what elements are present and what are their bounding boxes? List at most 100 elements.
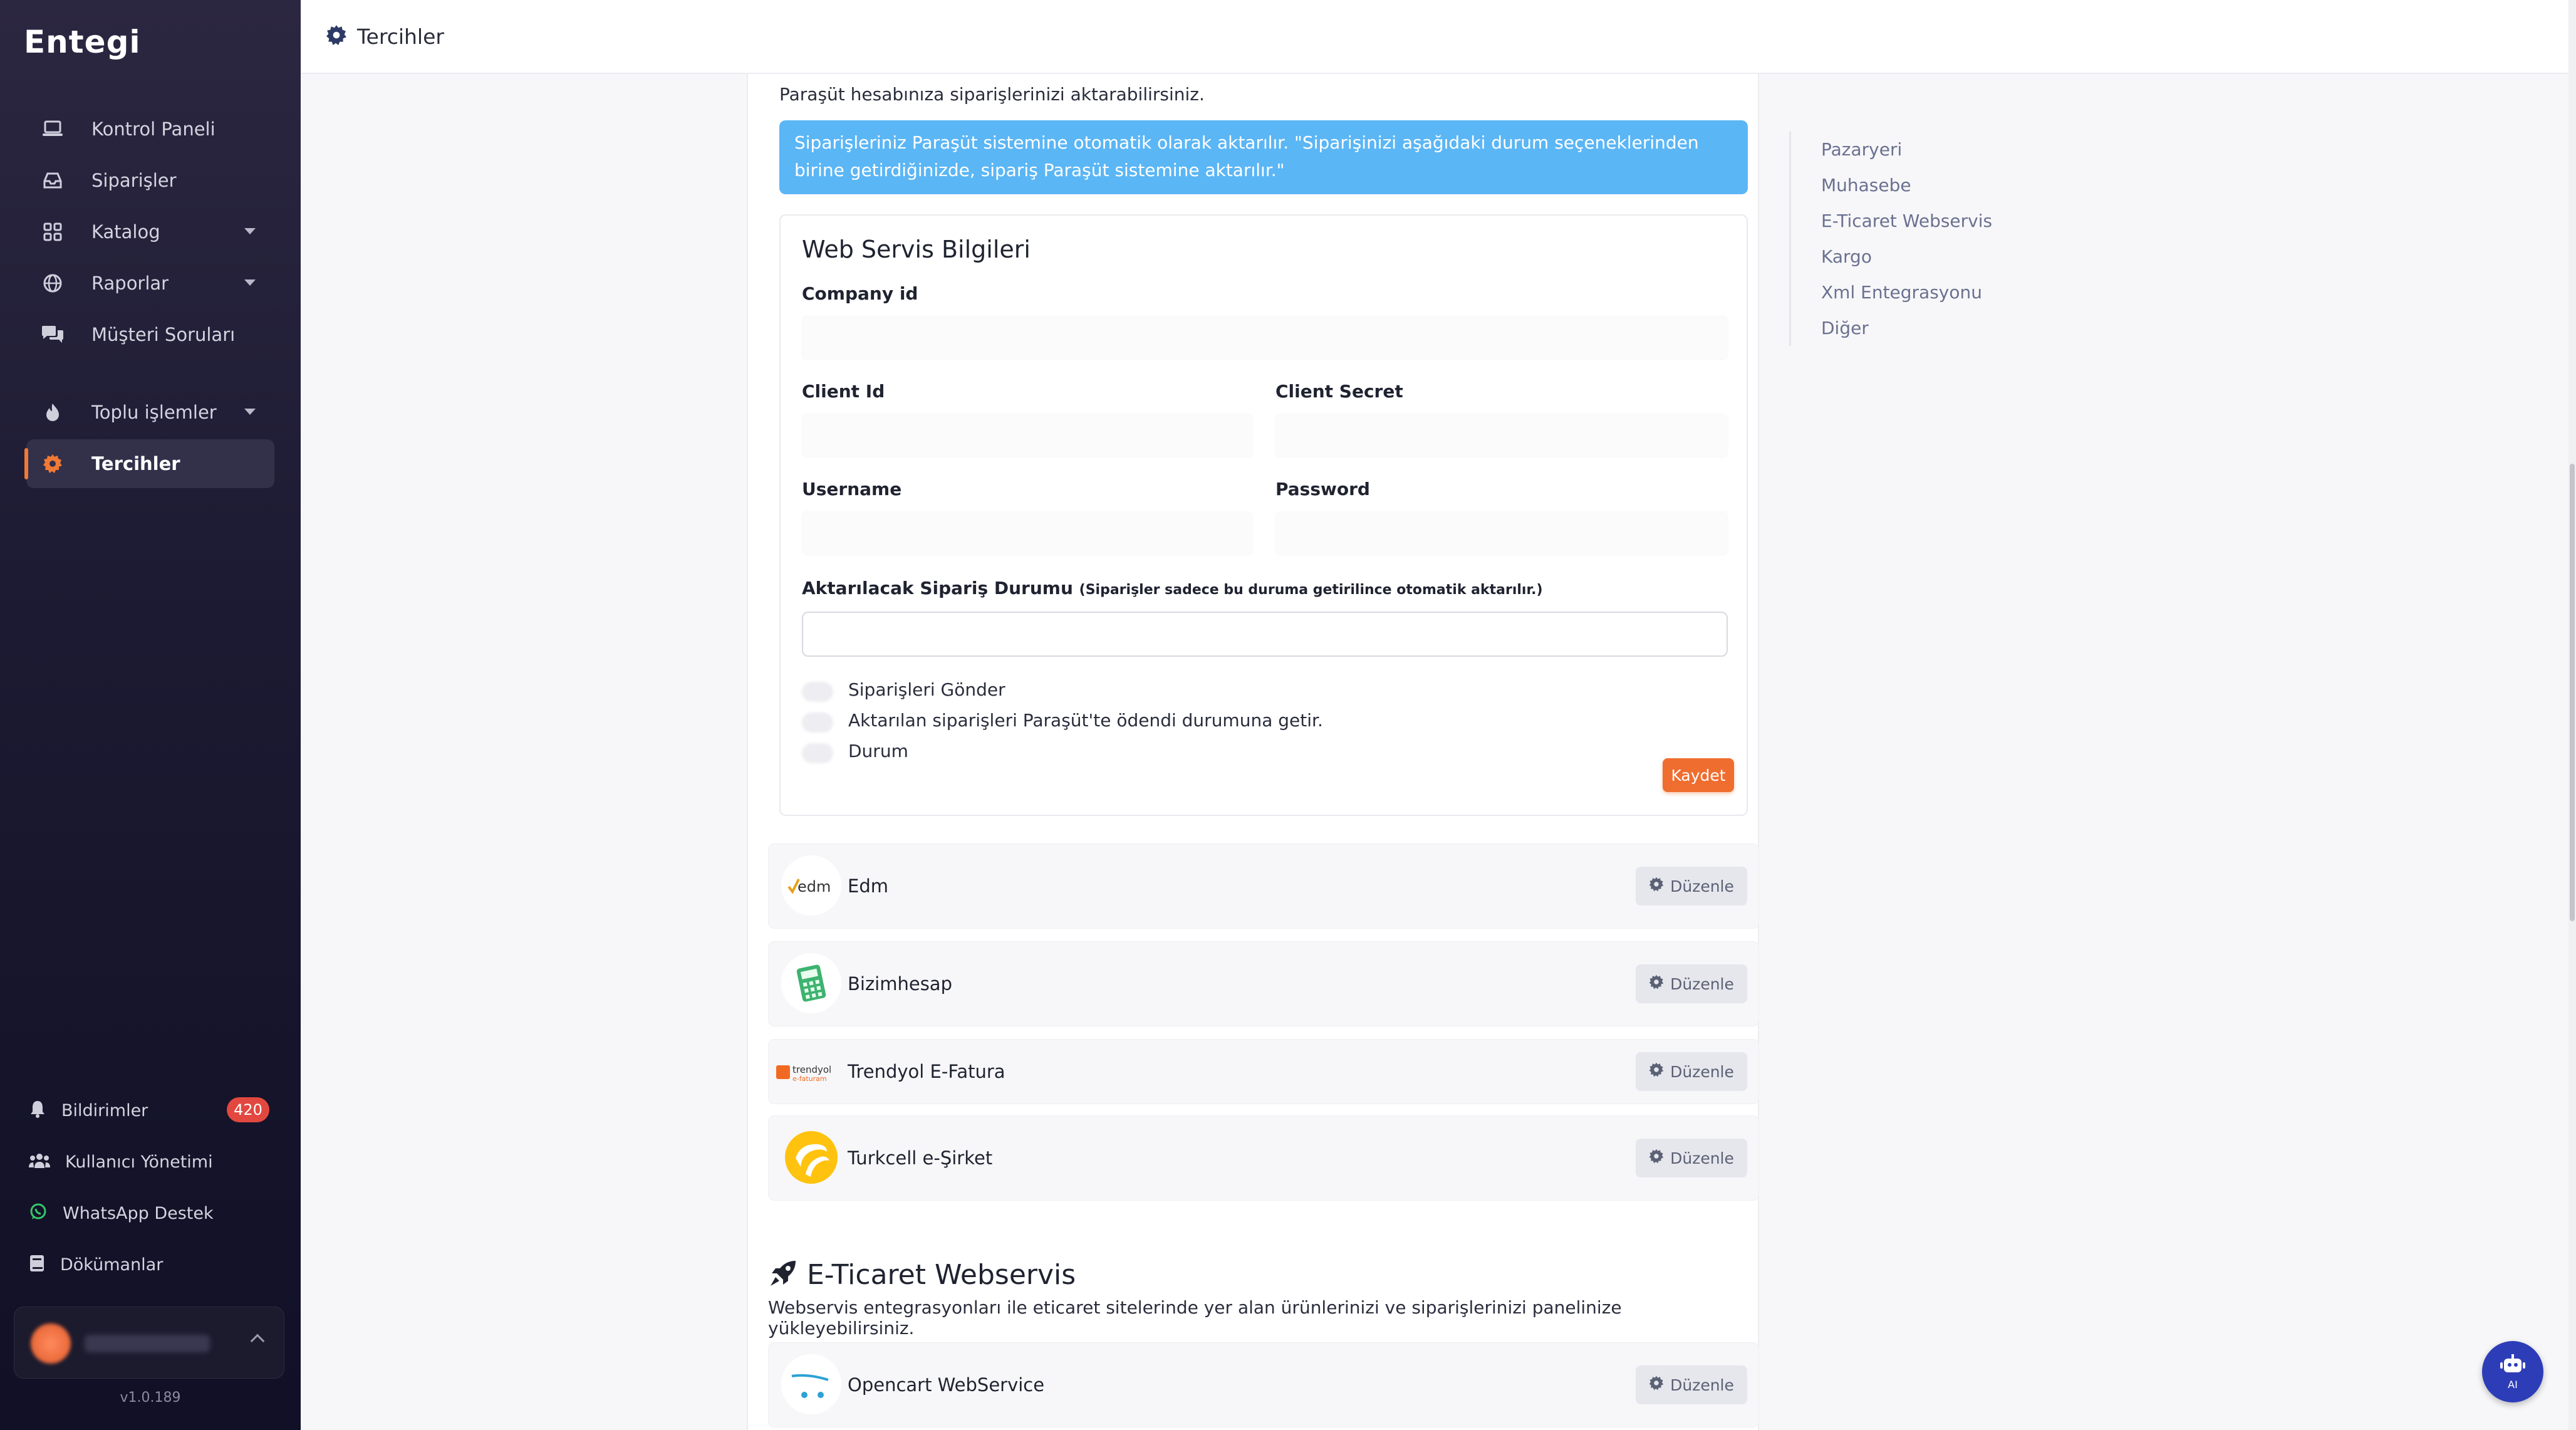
integration-name: Edm [848,875,888,897]
rocket-icon [768,1258,798,1291]
caret-down-icon [244,279,256,286]
edm-logo-icon: edm [781,855,841,916]
gear-icon [1649,1375,1664,1394]
integration-row-bizimhesap: Bizimhesap Düzenle [768,941,1759,1026]
sidebar-user-management[interactable]: Kullanıcı Yönetimi [29,1143,213,1181]
users-icon [29,1152,50,1172]
ecommerce-section-header: E-Ticaret Webservis [768,1258,1076,1291]
gear-icon [1649,974,1664,993]
sidebar-item-label: Kontrol Paneli [91,118,216,140]
send-orders-label: Siparişleri Gönder [848,679,1005,700]
edit-button-label: Düzenle [1670,1062,1734,1081]
order-status-select[interactable] [802,612,1728,657]
status-hint: (Siparişler sadece bu duruma getirilince… [1079,582,1543,598]
info-alert: Siparişleriniz Paraşüt sistemine otomati… [779,120,1748,194]
globe-icon [40,271,65,296]
integration-name: Turkcell e-Şirket [848,1147,993,1169]
form-title: Web Servis Bilgileri [802,236,1031,263]
avatar [31,1323,71,1364]
save-button[interactable]: Kaydet [1663,758,1734,792]
username-label: Username [802,479,902,499]
section-description: Webservis entegrasyonları ile eticaret s… [768,1297,1622,1339]
page-title: Tercihler [357,24,444,49]
gear-icon [1649,1149,1664,1167]
company-id-label: Company id [802,283,918,304]
fire-icon [40,400,65,425]
turkcell-logo-icon [781,1127,841,1187]
edit-button-label: Düzenle [1670,877,1734,895]
sidebar-item-musteri-sorulari[interactable]: Müşteri Soruları [26,310,274,359]
notification-count-badge: 420 [227,1097,269,1122]
svg-text:e-faturam: e-faturam [792,1075,827,1083]
edit-button-turkcell-esirket[interactable]: Düzenle [1636,1139,1747,1177]
sidebar: Entegi Kontrol Paneli Siparişler Katalog… [0,0,301,1430]
whatsapp-icon [29,1203,48,1224]
password-input[interactable] [1275,511,1728,555]
sidebar-item-label: Müşteri Soruları [91,324,236,345]
page-scrollbar[interactable] [2568,0,2576,1430]
sidebar-bottom-label: Bildirimler [61,1100,148,1120]
section-nav-kargo[interactable]: Kargo [1821,239,1992,274]
grid-icon [40,219,65,244]
edit-button-trendyol-efatura[interactable]: Düzenle [1636,1052,1747,1091]
sidebar-notifications[interactable]: Bildirimler [29,1092,148,1129]
sidebar-item-katalog[interactable]: Katalog [26,207,274,256]
sidebar-item-toplu-islemler[interactable]: Toplu işlemler [26,388,274,437]
sidebar-whatsapp-support[interactable]: WhatsApp Destek [29,1194,214,1232]
edit-button-label: Düzenle [1670,1375,1734,1394]
sidebar-item-tercihler[interactable]: Tercihler [24,439,274,488]
status-label: Aktarılacak Sipariş Durumu (Siparişler s… [802,578,1543,598]
section-nav: Pazaryeri Muhasebe E-Ticaret Webservis K… [1789,132,1992,346]
section-nav-pazaryeri[interactable]: Pazaryeri [1821,132,1992,167]
section-nav-xml-entegrasyonu[interactable]: Xml Entegrasyonu [1821,274,1992,310]
topbar: Tercihler [301,0,2568,74]
app-logo[interactable]: Entegi [24,24,141,60]
status-toggle[interactable] [802,743,833,763]
ai-button-label: AI [2508,1378,2518,1391]
sidebar-item-label: Tercihler [91,453,180,474]
chat-icon [40,322,65,347]
calculator-icon [781,953,841,1013]
mark-paid-toggle[interactable] [802,712,833,733]
caret-down-icon [244,228,256,234]
caret-down-icon [244,409,256,415]
sidebar-item-raporlar[interactable]: Raporlar [26,259,274,308]
sidebar-item-siparisler[interactable]: Siparişler [26,156,274,205]
integration-name: Bizimhesap [848,973,952,994]
chevron-up-icon [250,1333,265,1349]
sidebar-documents[interactable]: Dökümanlar [29,1246,163,1283]
sidebar-item-kontrol-paneli[interactable]: Kontrol Paneli [26,105,274,154]
edit-button-edm[interactable]: Düzenle [1636,867,1747,905]
company-id-input[interactable] [802,316,1728,360]
client-id-input[interactable] [802,414,1253,457]
sidebar-item-label: Siparişler [91,170,177,191]
app-version: v1.0.189 [120,1390,181,1406]
bell-icon [29,1100,46,1121]
password-label: Password [1275,479,1370,499]
integration-name: Trendyol E-Fatura [848,1061,1005,1082]
scrollbar-thumb[interactable] [2570,464,2575,921]
username-input[interactable] [802,511,1253,555]
section-title: E-Ticaret Webservis [807,1258,1076,1291]
robot-icon [2499,1354,2527,1379]
integration-row-trendyol-efatura: trendyol e-faturam Trendyol E-Fatura Düze… [768,1039,1759,1104]
client-secret-input[interactable] [1275,414,1728,457]
edit-button-bizimhesap[interactable]: Düzenle [1636,964,1747,1003]
integration-name: Opencart WebService [848,1374,1045,1396]
integration-row-edm: edm Edm Düzenle [768,843,1759,929]
ai-assistant-button[interactable]: AI [2482,1341,2543,1402]
section-nav-eticaret-webservis[interactable]: E-Ticaret Webservis [1821,203,1992,239]
status-label-text: Aktarılacak Sipariş Durumu [802,578,1073,598]
sidebar-bottom-label: Dökümanlar [60,1255,164,1275]
user-menu[interactable] [14,1307,284,1379]
web-service-form: Web Servis Bilgileri Company id Client I… [779,214,1748,816]
section-nav-diger[interactable]: Diğer [1821,310,1992,346]
sidebar-item-label: Raporlar [91,273,169,294]
user-name-redacted [85,1335,210,1352]
integration-row-opencart: Opencart WebService Düzenle [768,1342,1759,1427]
send-orders-toggle[interactable] [802,682,833,702]
edit-button-opencart[interactable]: Düzenle [1636,1365,1747,1404]
section-nav-muhasebe[interactable]: Muhasebe [1821,167,1992,203]
edit-button-label: Düzenle [1670,974,1734,993]
book-icon [29,1254,45,1275]
